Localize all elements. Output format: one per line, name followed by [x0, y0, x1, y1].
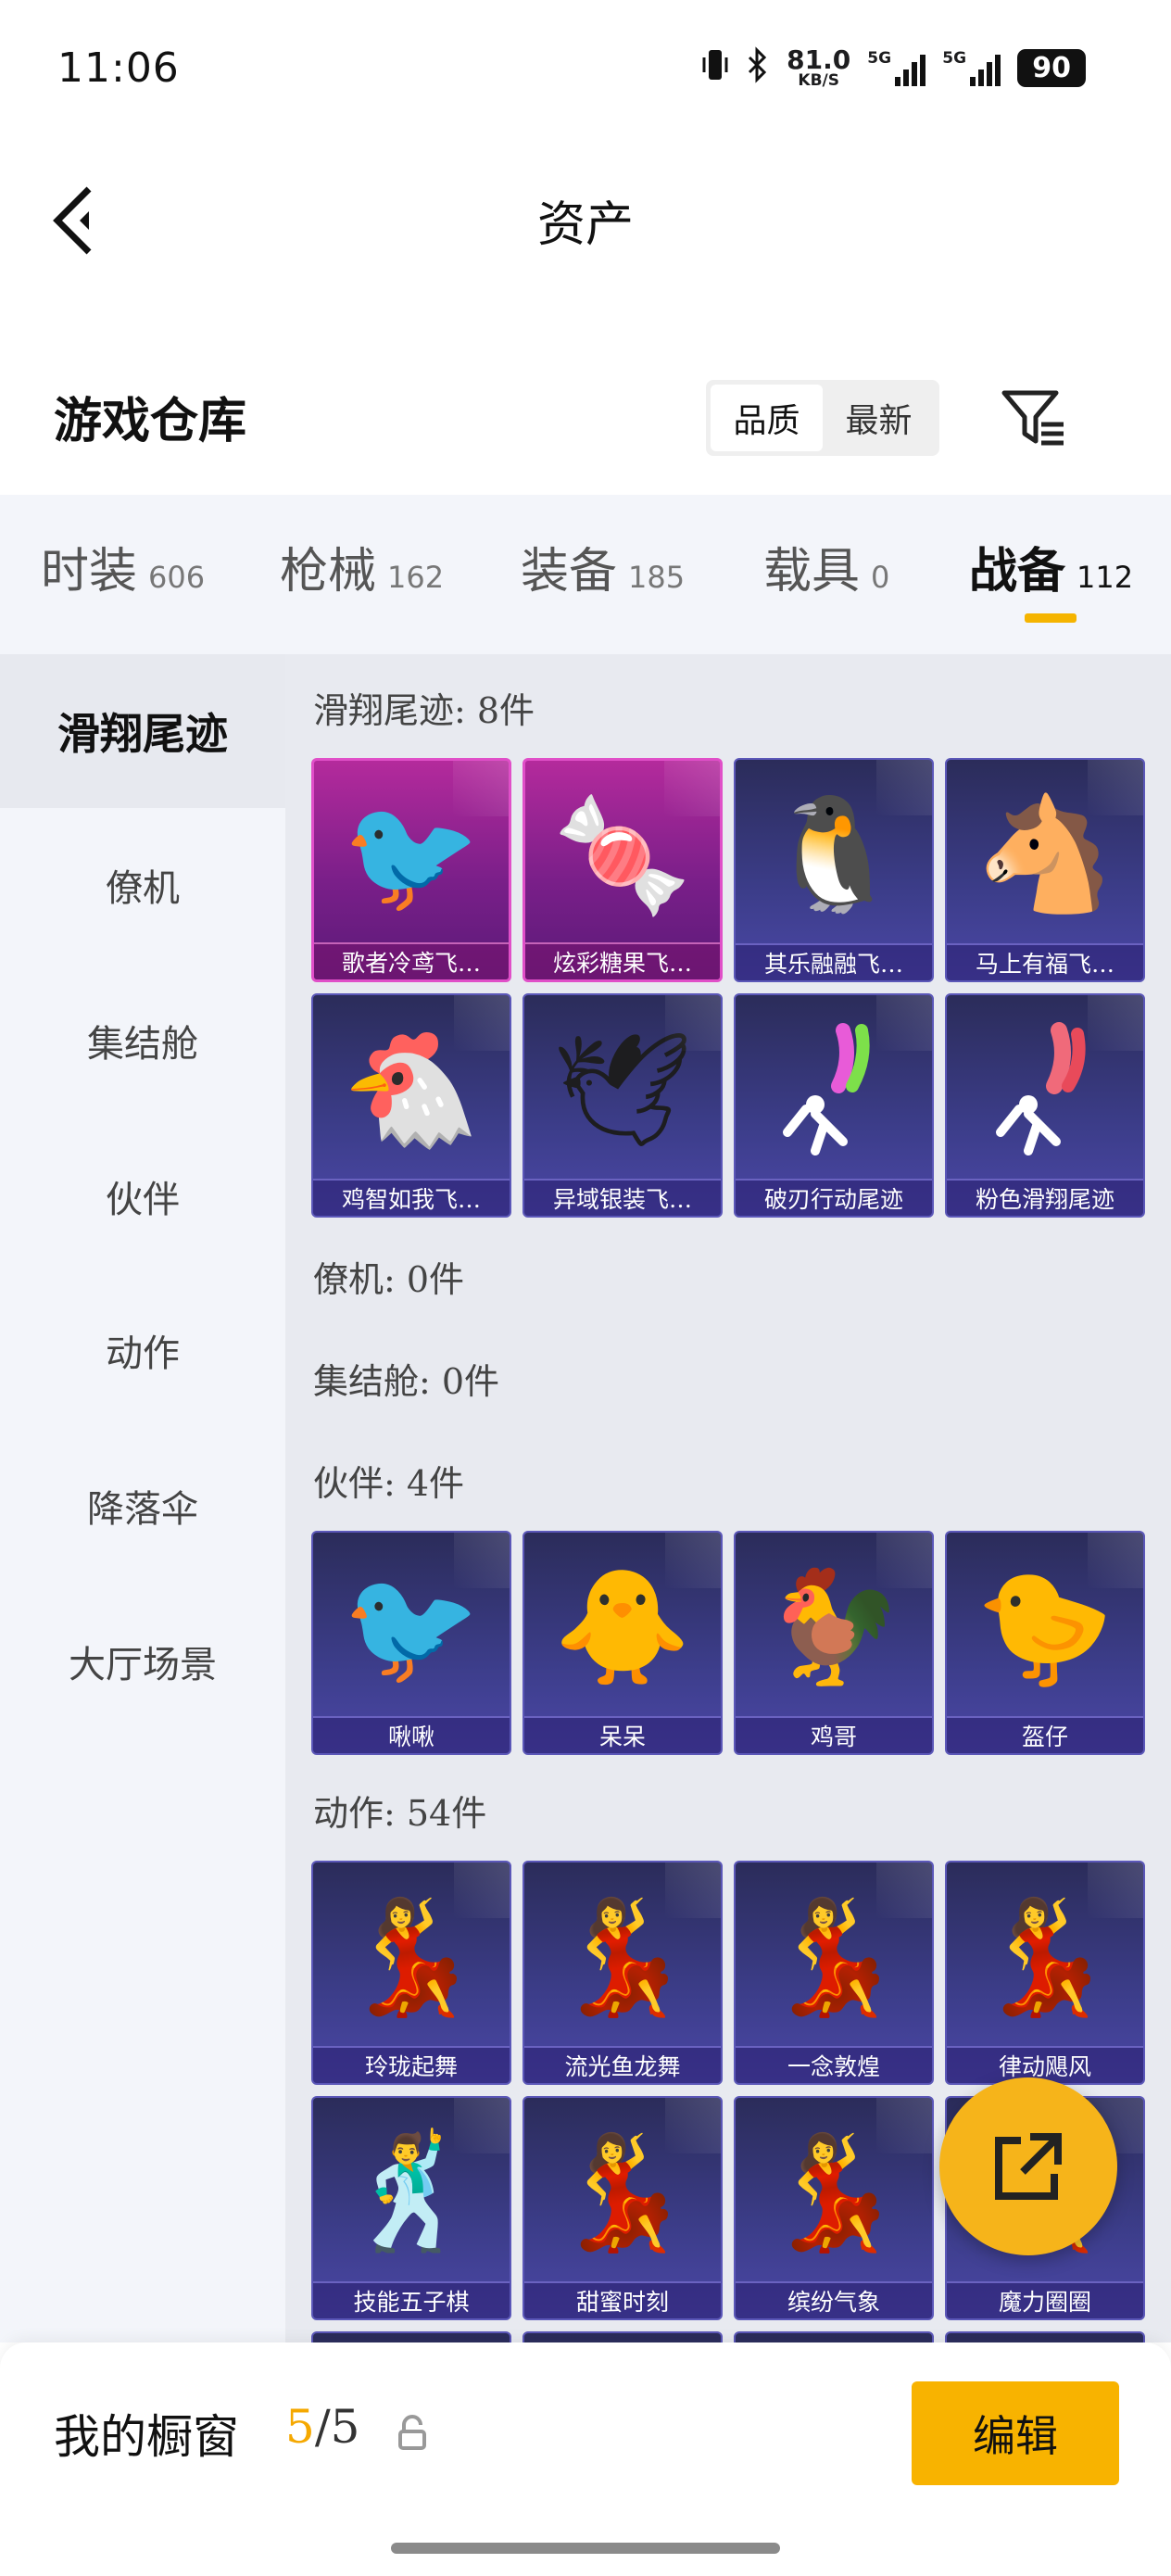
- signal-icon-2: 5G: [942, 49, 1001, 86]
- section-title-glide: 滑翔尾迹: 8件: [313, 690, 535, 731]
- item-card[interactable]: 🐔 鸡智如我飞…: [311, 993, 511, 1218]
- page-title: 资产: [536, 197, 634, 253]
- status-bar: 11:06 81.0 KB/S 5G 5G 90: [0, 0, 1171, 139]
- item-card[interactable]: 破刃行动尾迹: [734, 993, 934, 1218]
- item-card[interactable]: 🍬 炫彩糖果飞…: [523, 758, 723, 982]
- home-indicator[interactable]: [391, 2543, 780, 2554]
- item-card[interactable]: [311, 2331, 511, 2342]
- item-card[interactable]: [523, 2331, 723, 2342]
- vibrate-icon: [701, 46, 729, 89]
- item-card[interactable]: 💃 甜蜜时刻: [523, 2096, 723, 2320]
- sidebar-item-partner[interactable]: 伙伴: [0, 1119, 285, 1273]
- item-card[interactable]: 🐦 啾啾: [311, 1531, 511, 1755]
- lock-icon: [397, 2415, 428, 2452]
- item-card[interactable]: 🐤 盔仔: [945, 1531, 1145, 1755]
- item-card[interactable]: 💃 玲珑起舞: [311, 1861, 511, 2085]
- item-card[interactable]: 💃 流光鱼龙舞: [523, 1861, 723, 2085]
- item-card[interactable]: 💃 缤纷气象: [734, 2096, 934, 2320]
- sidebar-item-lobby-scene[interactable]: 大厅场景: [0, 1585, 285, 1738]
- sort-quality-button[interactable]: 品质: [711, 385, 823, 451]
- section-title-wingman: 僚机: 0件: [313, 1259, 465, 1300]
- item-card[interactable]: 🕊 异域银装飞…: [523, 993, 723, 1218]
- status-time: 11:06: [57, 44, 180, 92]
- item-card[interactable]: 🐥 呆呆: [523, 1531, 723, 1755]
- section-title-partner: 伙伴: 4件: [313, 1463, 465, 1504]
- repo-title: 游戏仓库: [54, 394, 247, 449]
- sidebar: 滑翔尾迹 僚机 集结舱 伙伴 动作 降落伞 大厅场景: [0, 654, 285, 2342]
- sort-toggle: 品质 最新: [706, 380, 939, 456]
- tab-fashion[interactable]: 时装 606: [41, 532, 205, 601]
- status-icons: 81.0 KB/S 5G 5G 90: [701, 46, 1086, 89]
- bluetooth-icon: [746, 46, 770, 89]
- tab-gear[interactable]: 装备 185: [521, 532, 685, 601]
- sidebar-item-wingman[interactable]: 僚机: [0, 808, 285, 962]
- tab-underline: [1025, 613, 1077, 623]
- sidebar-item-pod[interactable]: 集结舱: [0, 964, 285, 1118]
- battery-indicator: 90: [1017, 48, 1086, 87]
- item-card[interactable]: 粉色滑翔尾迹: [945, 993, 1145, 1218]
- item-card[interactable]: 🐦 歌者冷鸢飞…: [311, 758, 511, 982]
- item-card[interactable]: [945, 2331, 1145, 2342]
- category-tabs: 时装 606 枪械 162 装备 185 载具 0 战备 112: [0, 495, 1171, 654]
- item-card[interactable]: 🐴 马上有福飞…: [945, 758, 1145, 982]
- net-speed: 81.0 KB/S: [787, 44, 851, 90]
- share-icon: [995, 2133, 1062, 2200]
- tab-guns[interactable]: 枪械 162: [280, 532, 444, 601]
- section-title-pod: 集结舱: 0件: [313, 1361, 500, 1402]
- signal-icon: 5G: [867, 49, 926, 86]
- filter-icon[interactable]: [1001, 387, 1067, 448]
- share-button[interactable]: [939, 2077, 1117, 2255]
- sort-newest-button[interactable]: 最新: [823, 385, 935, 451]
- item-card[interactable]: [734, 2331, 934, 2342]
- sidebar-item-glide-trail[interactable]: 滑翔尾迹: [0, 654, 285, 808]
- showcase-count: 5/5: [285, 2400, 360, 2454]
- tab-vehicles[interactable]: 载具 0: [763, 532, 889, 601]
- showcase-label: 我的橱窗: [54, 2410, 239, 2464]
- sidebar-item-emote[interactable]: 动作: [0, 1273, 285, 1427]
- bottom-bar: 我的橱窗 5/5 编辑: [0, 2342, 1171, 2576]
- item-card[interactable]: 🕺 技能五子棋: [311, 2096, 511, 2320]
- section-title-emote: 动作: 54件: [313, 1793, 487, 1834]
- header: 资产: [0, 139, 1171, 297]
- tab-prep[interactable]: 战备 112: [969, 532, 1133, 601]
- item-card[interactable]: 🐧 其乐融融飞…: [734, 758, 934, 982]
- edit-button[interactable]: 编辑: [912, 2381, 1119, 2485]
- item-card[interactable]: 💃 一念敦煌: [734, 1861, 934, 2085]
- item-card[interactable]: 🐓 鸡哥: [734, 1531, 934, 1755]
- sidebar-item-parachute[interactable]: 降落伞: [0, 1429, 285, 1583]
- item-card[interactable]: 💃 律动飓风: [945, 1861, 1145, 2085]
